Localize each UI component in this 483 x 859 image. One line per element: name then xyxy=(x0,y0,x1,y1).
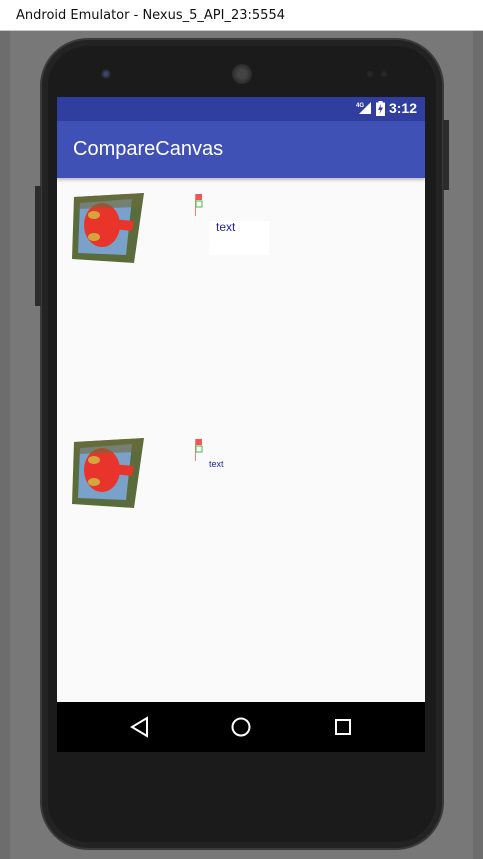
mandrill-image xyxy=(72,438,144,512)
camera-icon xyxy=(101,69,111,79)
canvas-text-large: text xyxy=(216,220,236,234)
flag-icon xyxy=(195,194,205,216)
app-title: CompareCanvas xyxy=(73,138,224,160)
status-time: 3:12 xyxy=(388,100,417,116)
app-bar: CompareCanvas xyxy=(57,121,425,178)
signal-icon: 4G xyxy=(356,101,372,115)
svg-text:4G: 4G xyxy=(356,103,364,109)
canvas-text-small: text xyxy=(209,459,224,469)
emulator-window: Android Emulator - Nexus_5_API_23:5554 4… xyxy=(0,0,483,859)
status-icons: 4G 3:12 xyxy=(356,100,417,116)
background-right-strip xyxy=(473,31,483,859)
home-icon[interactable] xyxy=(229,715,253,739)
window-title: Android Emulator - Nexus_5_API_23:5554 xyxy=(16,8,285,23)
mandrill-image xyxy=(72,193,144,267)
status-bar: 4G 3:12 xyxy=(57,97,425,121)
recents-icon[interactable] xyxy=(331,715,355,739)
navigation-bar xyxy=(57,702,425,752)
device-screen: 4G 3:12 CompareCanvas text text xyxy=(57,97,425,752)
back-icon[interactable] xyxy=(128,715,152,739)
battery-icon xyxy=(375,100,385,116)
power-button[interactable] xyxy=(443,120,449,190)
background-left-strip xyxy=(0,31,10,859)
volume-button[interactable] xyxy=(35,186,41,306)
flag-icon xyxy=(195,439,205,461)
canvas-content: text text xyxy=(57,178,425,702)
sensor-icon xyxy=(381,71,387,77)
sensor-icon xyxy=(367,71,373,77)
window-titlebar: Android Emulator - Nexus_5_API_23:5554 xyxy=(0,0,483,31)
speaker-icon xyxy=(232,64,252,84)
